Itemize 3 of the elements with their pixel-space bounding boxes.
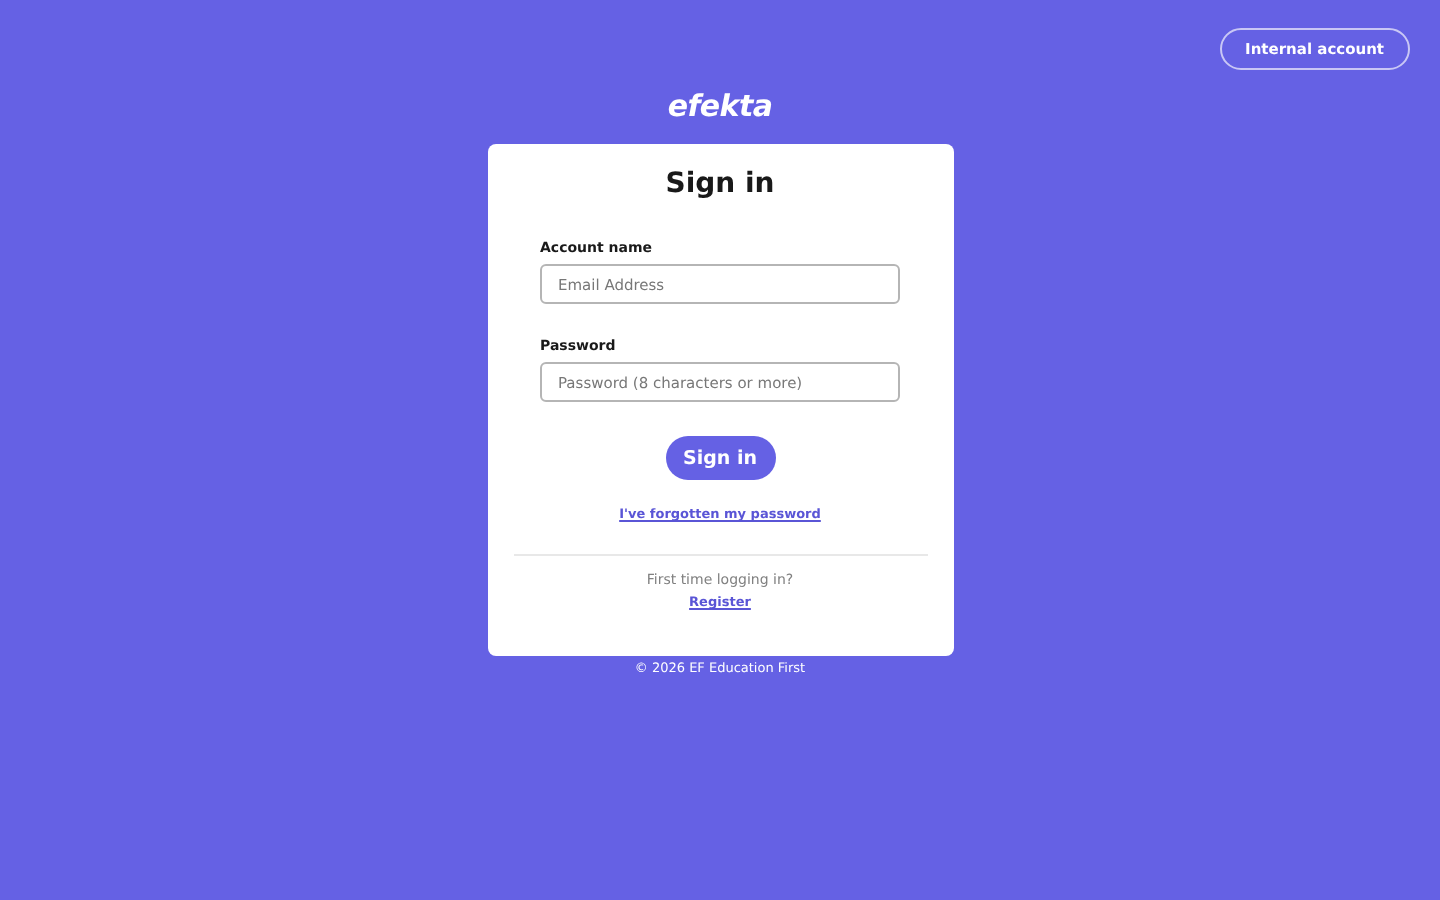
card-title: Sign in bbox=[665, 168, 775, 200]
sign-in-button[interactable]: Sign in bbox=[665, 436, 775, 480]
logo: efekta bbox=[667, 88, 773, 128]
